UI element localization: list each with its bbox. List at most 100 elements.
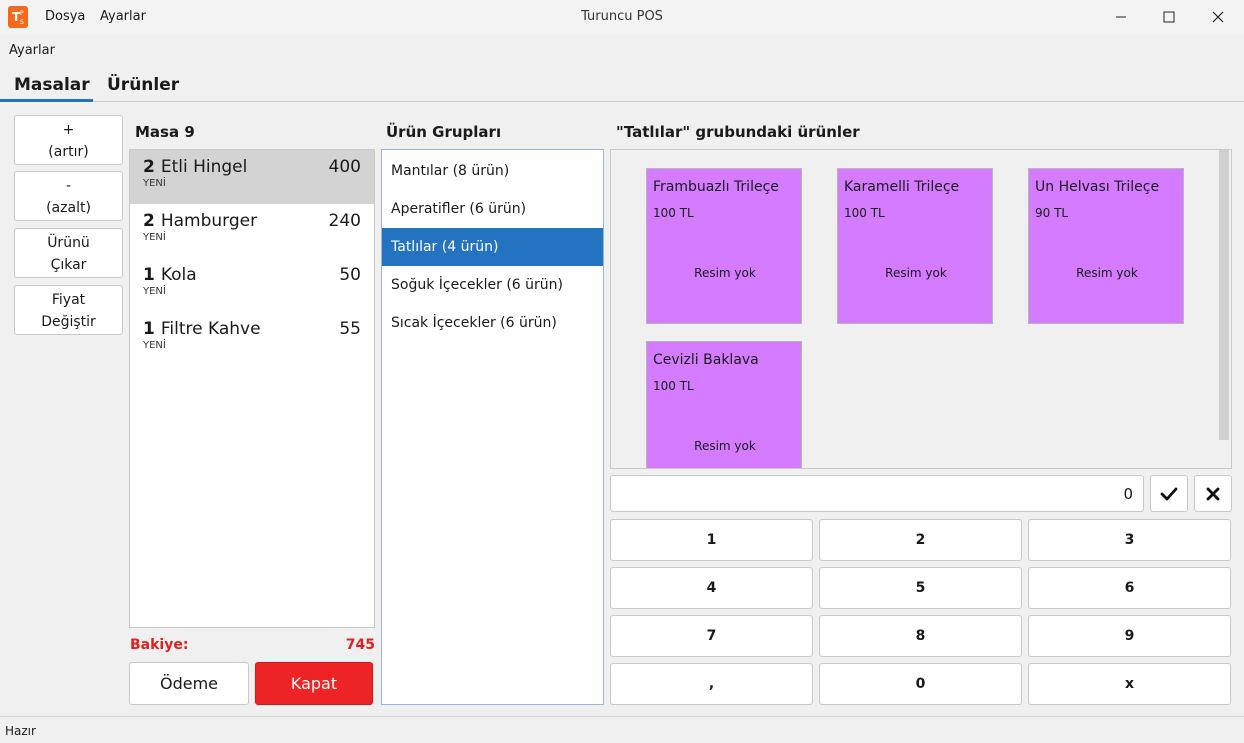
decrease-button-line2: (azalt)	[46, 200, 91, 216]
product-image-placeholder: Resim yok	[885, 266, 947, 280]
numpad-key-4[interactable]: 4	[610, 567, 813, 609]
close-icon	[1212, 11, 1224, 23]
group-item-sicak-icecekler[interactable]: Sıcak İçecekler (6 ürün)	[382, 304, 603, 342]
numpad-key-2[interactable]: 2	[819, 519, 1022, 561]
order-status: YENİ	[143, 340, 166, 351]
x-icon	[1206, 487, 1220, 500]
window-title: Turuncu POS	[581, 9, 663, 24]
numpad-key-3[interactable]: 3	[1028, 519, 1231, 561]
remove-product-button[interactable]: Ürünü Çıkar	[14, 228, 123, 278]
numpad-key-5[interactable]: 5	[819, 567, 1022, 609]
product-image-placeholder: Resim yok	[694, 266, 756, 280]
product-price: 100 TL	[844, 206, 885, 220]
order-price: 240	[328, 211, 361, 231]
order-name: Filtre Kahve	[160, 319, 261, 339]
numpad-key-comma[interactable]: ,	[610, 663, 813, 705]
product-name: Un Helvası Trileçe	[1035, 179, 1160, 195]
decrease-button-line1: -	[65, 178, 72, 194]
order-price: 55	[339, 319, 361, 339]
order-status: YENİ	[143, 286, 166, 297]
group-item-tatlilar[interactable]: Tatlılar (4 ürün)	[382, 228, 603, 266]
order-name: Kola	[160, 265, 197, 285]
product-name: Frambuazlı Trileçe	[653, 179, 779, 195]
product-card[interactable]: Cevizli Baklava 100 TL Resim yok	[646, 341, 802, 468]
product-price: 100 TL	[653, 206, 694, 220]
check-icon	[1160, 487, 1178, 500]
payment-button[interactable]: Ödeme	[129, 662, 249, 705]
close-button[interactable]	[1194, 0, 1242, 34]
tab-urunler[interactable]: Ürünler	[107, 75, 179, 95]
numpad-key-9[interactable]: 9	[1028, 615, 1231, 657]
product-image-placeholder: Resim yok	[1076, 266, 1138, 280]
svg-text:S: S	[20, 19, 24, 26]
order-row[interactable]: 1 Kola 50 YENİ	[130, 258, 374, 312]
app-logo-icon: T P S	[8, 6, 28, 28]
order-row[interactable]: 2 Hamburger 240 YENİ	[130, 204, 374, 258]
minimize-icon	[1116, 16, 1126, 18]
svg-text:P: P	[20, 10, 24, 17]
change-price-line2: Değiştir	[41, 314, 96, 330]
status-text: Hazır	[5, 724, 36, 738]
balance-value: 745	[345, 637, 375, 653]
numpad-key-1[interactable]: 1	[610, 519, 813, 561]
order-name: Etli Hingel	[160, 157, 248, 177]
menu-dosya[interactable]: Dosya	[45, 9, 85, 24]
product-price: 90 TL	[1035, 206, 1069, 220]
close-table-button[interactable]: Kapat	[255, 662, 373, 705]
order-row[interactable]: 2 Etli Hingel 400 YENİ	[130, 150, 374, 204]
products-title: "Tatlılar" grubundaki ürünler	[616, 123, 860, 141]
product-card[interactable]: Un Helvası Trileçe 90 TL Resim yok	[1028, 168, 1184, 324]
product-price: 100 TL	[653, 379, 694, 393]
maximize-icon	[1163, 11, 1175, 23]
order-name: Hamburger	[160, 211, 258, 231]
balance-label: Bakiye:	[130, 637, 189, 653]
confirm-button[interactable]	[1150, 475, 1188, 512]
maximize-button[interactable]	[1145, 0, 1193, 34]
group-item-aperatifler[interactable]: Aperatifler (6 ürün)	[382, 190, 603, 228]
numpad-key-clear[interactable]: x	[1028, 663, 1231, 705]
product-name: Cevizli Baklava	[653, 352, 759, 368]
numpad-key-8[interactable]: 8	[819, 615, 1022, 657]
numpad-key-6[interactable]: 6	[1028, 567, 1231, 609]
menu-ayarlar[interactable]: Ayarlar	[100, 9, 146, 24]
product-card[interactable]: Karamelli Trileçe 100 TL Resim yok	[837, 168, 993, 324]
change-price-button[interactable]: Fiyat Değiştir	[14, 285, 123, 335]
groups-title: Ürün Grupları	[386, 123, 502, 141]
active-tab-indicator	[0, 99, 93, 102]
product-panel: Frambuazlı Trileçe 100 TL Resim yok Kara…	[610, 149, 1232, 469]
order-list: 2 Etli Hingel 400 YENİ 2 Hamburger 240 YEN…	[129, 149, 375, 628]
order-qty: 2	[143, 157, 155, 177]
product-card[interactable]: Frambuazlı Trileçe 100 TL Resim yok	[646, 168, 802, 324]
group-item-mantilar[interactable]: Mantılar (8 ürün)	[382, 152, 603, 190]
tab-bar: Masalar Ürünler	[0, 70, 1244, 102]
increase-button-line2: (artır)	[48, 144, 89, 160]
title-bar: T P S Dosya Ayarlar Turuncu POS	[0, 0, 1244, 34]
order-row[interactable]: 1 Filtre Kahve 55 YENİ	[130, 312, 374, 366]
toolbar-ayarlar[interactable]: Ayarlar	[9, 43, 55, 58]
order-qty: 1	[143, 319, 155, 339]
numpad-key-7[interactable]: 7	[610, 615, 813, 657]
order-qty: 2	[143, 211, 155, 231]
order-price: 400	[328, 157, 361, 177]
group-list: Mantılar (8 ürün) Aperatifler (6 ürün) T…	[381, 149, 604, 705]
status-bar: Hazır	[0, 716, 1244, 743]
decrease-button[interactable]: - (azalt)	[14, 171, 123, 221]
group-item-soguk-icecekler[interactable]: Soğuk İçecekler (6 ürün)	[382, 266, 603, 304]
table-title: Masa 9	[135, 123, 195, 141]
numeric-input[interactable]: 0	[610, 475, 1144, 512]
increase-button-line1: +	[62, 122, 75, 138]
cancel-button[interactable]	[1194, 475, 1232, 512]
minimize-button[interactable]	[1097, 0, 1145, 34]
change-price-line1: Fiyat	[51, 292, 86, 308]
product-scrollbar[interactable]	[1219, 150, 1229, 440]
order-qty: 1	[143, 265, 155, 285]
increase-button[interactable]: + (artır)	[14, 115, 123, 165]
order-status: YENİ	[143, 178, 166, 189]
remove-product-line2: Çıkar	[50, 257, 87, 273]
remove-product-line1: Ürünü	[47, 235, 90, 251]
numpad-key-0[interactable]: 0	[819, 663, 1022, 705]
tab-masalar[interactable]: Masalar	[14, 75, 90, 95]
product-name: Karamelli Trileçe	[844, 179, 960, 195]
order-price: 50	[339, 265, 361, 285]
product-image-placeholder: Resim yok	[694, 439, 756, 453]
